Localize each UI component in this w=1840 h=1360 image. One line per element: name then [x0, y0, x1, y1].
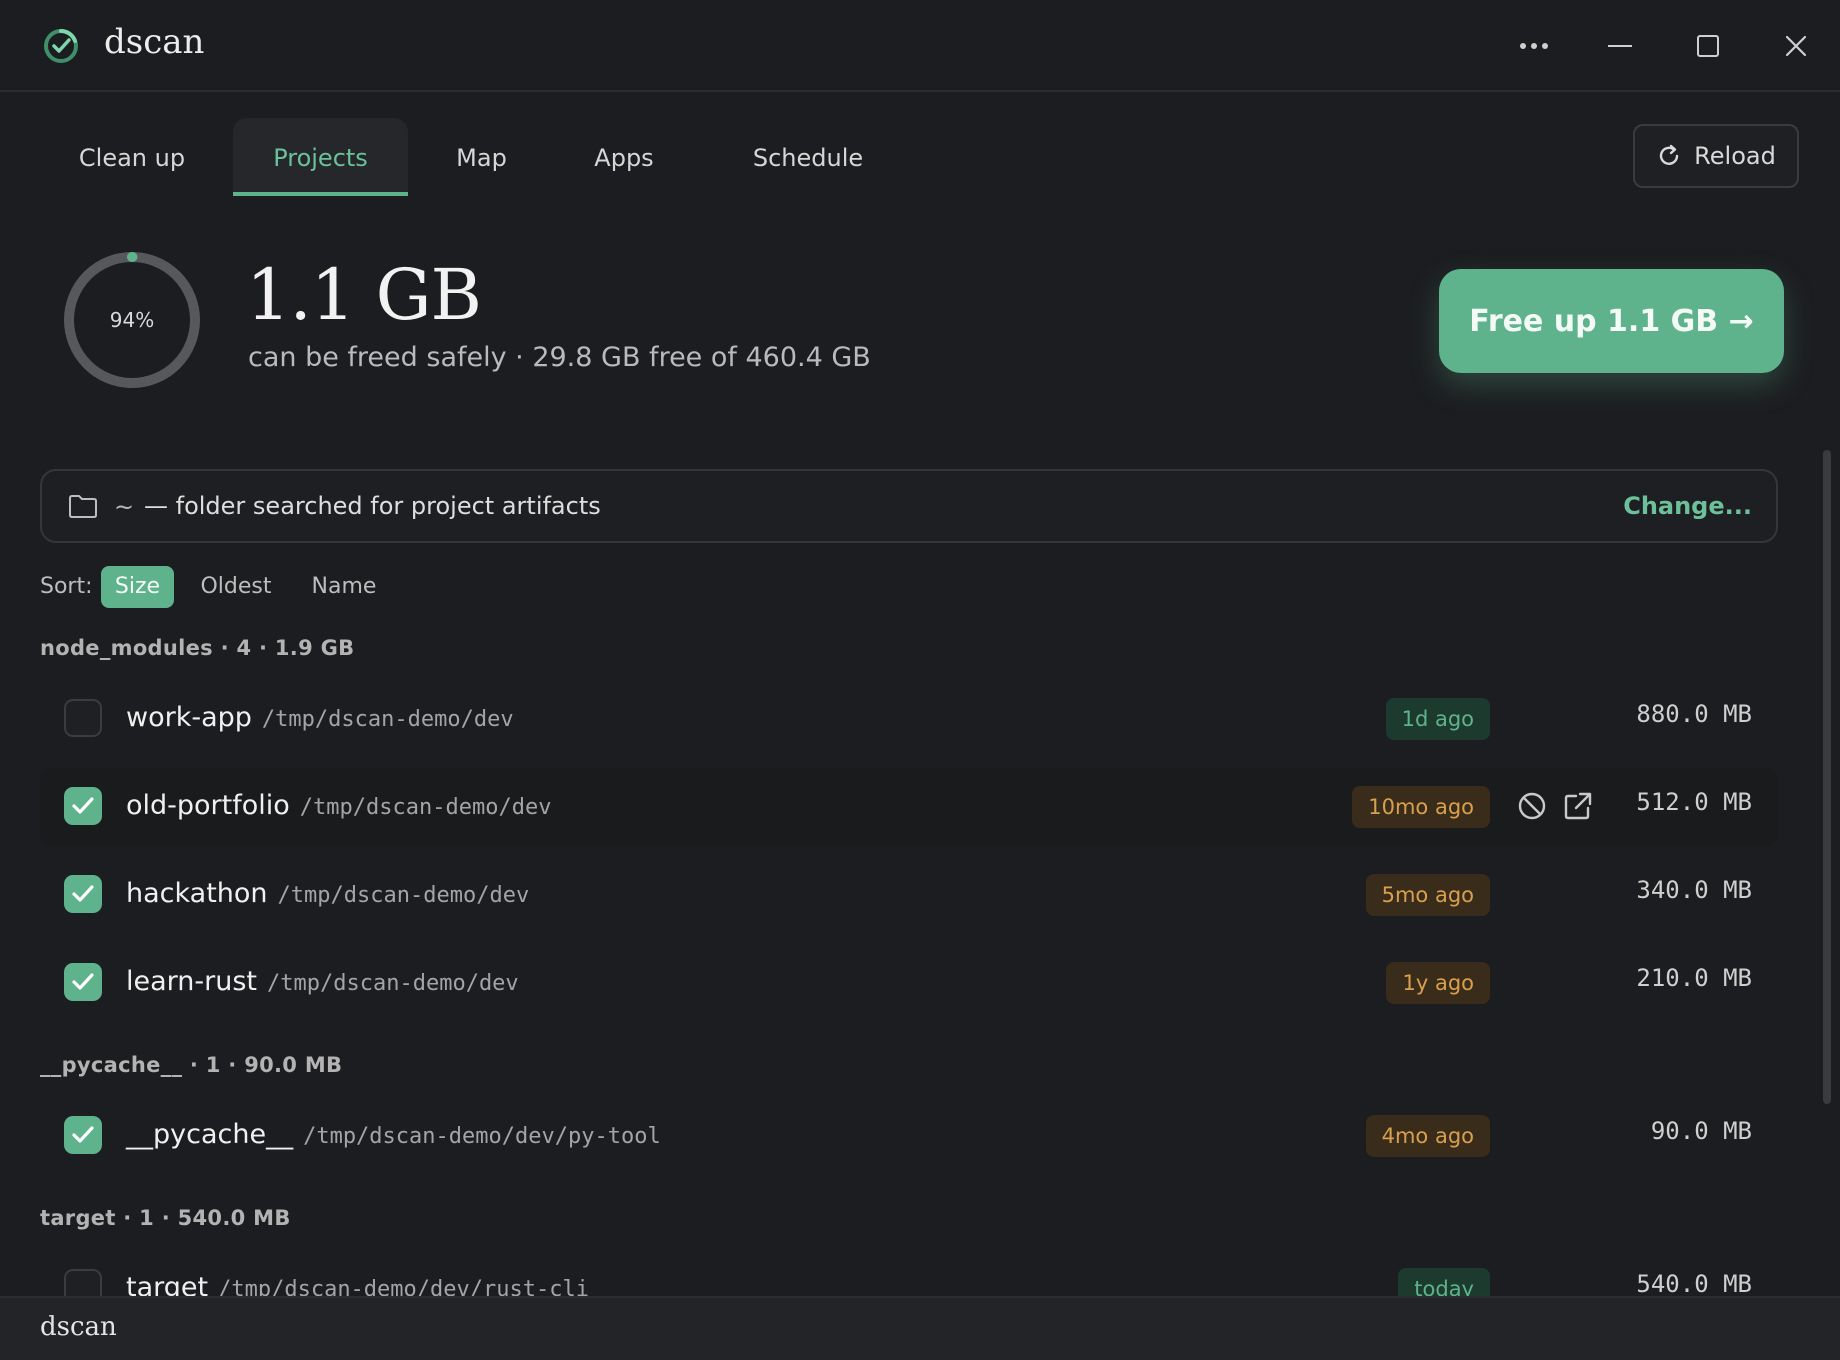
- project-path: /tmp/dscan-demo/dev: [261, 707, 514, 732]
- item-size: 880.0 MB: [1636, 700, 1752, 728]
- tab-map[interactable]: Map: [420, 118, 543, 196]
- age-badge: 1y ago: [1386, 962, 1490, 1004]
- project-path: /tmp/dscan-demo/dev/py-tool: [303, 1124, 661, 1149]
- project-name: work-app: [126, 702, 252, 733]
- reload-button[interactable]: Reload: [1633, 124, 1799, 188]
- select-checkbox[interactable]: [64, 875, 102, 913]
- tab-schedule[interactable]: Schedule: [708, 118, 908, 196]
- open-external-icon[interactable]: [1562, 790, 1594, 822]
- close-icon: [1785, 35, 1807, 57]
- maximize-icon: [1697, 35, 1719, 57]
- tab-apps[interactable]: Apps: [548, 118, 700, 196]
- project-name: hackathon: [126, 878, 268, 909]
- status-text: dscan: [40, 1312, 117, 1342]
- group-heading-target: target · 1 · 540.0 MB: [40, 1206, 291, 1230]
- reload-icon: [1660, 144, 1679, 165]
- freeable-size: 1.1 GB: [246, 254, 482, 336]
- minimize-icon: [1608, 45, 1632, 47]
- project-name: old-portfolio: [126, 790, 290, 821]
- more-options-button[interactable]: [1512, 24, 1556, 68]
- tab-clean-up[interactable]: Clean up: [40, 118, 224, 196]
- project-name: __pycache__: [126, 1119, 294, 1150]
- project-path: /tmp/dscan-demo/dev: [277, 883, 530, 908]
- age-badge: 4mo ago: [1365, 1115, 1490, 1157]
- maximize-button[interactable]: [1686, 24, 1730, 68]
- folder-path: ~: [114, 493, 135, 521]
- tab-projects[interactable]: Projects: [233, 118, 408, 196]
- title-bar: dscan: [0, 0, 1840, 92]
- project-name: learn-rust: [126, 966, 258, 997]
- search-folder-bar: ~ — folder searched for project artifact…: [40, 469, 1778, 543]
- change-folder-link[interactable]: Change...: [1623, 492, 1752, 520]
- reload-label: Reload: [1694, 142, 1776, 170]
- item-size: 90.0 MB: [1650, 1117, 1752, 1145]
- close-button[interactable]: [1774, 24, 1818, 68]
- age-badge: 1d ago: [1385, 698, 1490, 740]
- free-up-button[interactable]: Free up 1.1 GB →: [1439, 269, 1784, 373]
- select-checkbox[interactable]: [64, 787, 102, 825]
- status-bar: dscan: [0, 1296, 1840, 1360]
- folder-description: — folder searched for project artifacts: [144, 492, 601, 520]
- age-badge: 10mo ago: [1352, 786, 1490, 828]
- item-size: 210.0 MB: [1636, 964, 1752, 992]
- list-item[interactable]: __pycache__ /tmp/dscan-demo/dev/py-tool 4…: [40, 1097, 1778, 1175]
- sort-name-button[interactable]: Name: [302, 566, 386, 608]
- select-checkbox[interactable]: [64, 699, 102, 737]
- sort-label: Sort:: [40, 574, 93, 599]
- sort-oldest-button[interactable]: Oldest: [192, 566, 280, 608]
- age-badge: 5mo ago: [1365, 874, 1490, 916]
- project-path: /tmp/dscan-demo/dev: [299, 795, 552, 820]
- select-checkbox[interactable]: [64, 1116, 102, 1154]
- list-item[interactable]: old-portfolio/tmp/dscan-demo/dev 10mo ag…: [40, 768, 1778, 846]
- freeable-subtitle: can be freed safely · 29.8 GB free of 46…: [248, 342, 871, 373]
- more-icon: [1520, 43, 1548, 49]
- minimize-button[interactable]: [1598, 24, 1642, 68]
- app-title: dscan: [104, 22, 205, 62]
- project-path: /tmp/dscan-demo/dev: [267, 971, 519, 996]
- folder-icon: [69, 495, 97, 518]
- sort-size-button[interactable]: Size: [101, 566, 174, 608]
- group-heading-node-modules: node_modules · 4 · 1.9 GB: [40, 636, 355, 660]
- list-item[interactable]: hackathon/tmp/dscan-demo/dev 5mo ago 340…: [40, 856, 1778, 934]
- app-logo-icon: [44, 29, 78, 63]
- scrollbar[interactable]: [1823, 450, 1831, 1104]
- checkmark-icon: [72, 885, 94, 902]
- ignore-icon[interactable]: [1516, 790, 1548, 822]
- checkmark-icon: [72, 797, 94, 814]
- group-heading-pycache: __pycache__ · 1 · 90.0 MB: [40, 1053, 343, 1077]
- item-size: 340.0 MB: [1636, 876, 1752, 904]
- list-item[interactable]: work-app/tmp/dscan-demo/dev 1d ago 880.0…: [40, 680, 1778, 758]
- select-checkbox[interactable]: [64, 963, 102, 1001]
- disk-usage-percent: 94%: [109, 308, 155, 332]
- checkmark-icon: [72, 973, 94, 990]
- checkmark-icon: [72, 1126, 94, 1143]
- list-item[interactable]: learn-rust/tmp/dscan-demo/dev 1y ago 210…: [40, 944, 1778, 1022]
- item-size: 540.0 MB: [1636, 1270, 1752, 1298]
- item-size: 512.0 MB: [1636, 788, 1752, 816]
